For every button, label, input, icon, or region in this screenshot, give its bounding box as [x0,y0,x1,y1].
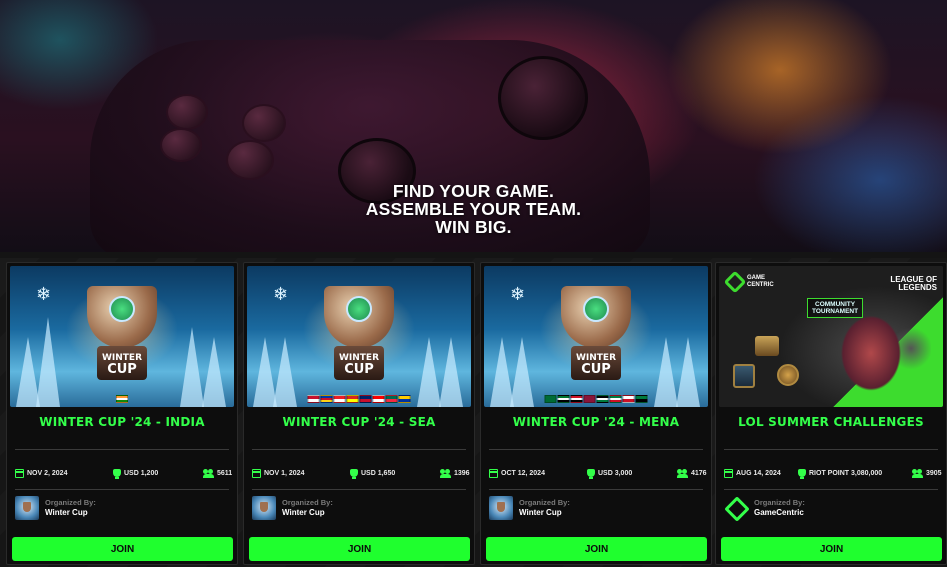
trophy-icon [113,469,121,479]
controller-face-button [226,140,274,180]
prize-stat: USD 1,200 [113,469,158,479]
tournament-title: LOL SUMMER CHALLENGES [738,415,924,429]
users-icon [677,469,688,478]
controller-face-button [160,128,202,162]
join-button[interactable]: JOIN [721,537,942,561]
organizer-avatar [252,496,276,520]
organizer: Organized By: Winter Cup [252,496,333,520]
gamecentric-icon [724,496,748,520]
hero-tagline-line-1: FIND YOUR GAME. [392,181,555,201]
tournament-stats: NOV 1, 2024 USD 1,650 1396 [250,469,470,483]
trophy-text: WINTER CUP [338,353,380,377]
tournament-card[interactable]: ❄ WINTER CUP WINTER CUP '24 - INDIA NOV … [6,262,238,565]
trophy-text: WINTER CUP [101,353,143,377]
join-button[interactable]: JOIN [486,537,707,561]
trophy-icon [587,469,595,479]
organizer-label: Organized By: [45,498,96,507]
trophy-emblem [109,296,135,322]
organizer-label: Organized By: [282,498,333,507]
divider [252,489,466,490]
snowflake-icon: ❄ [273,284,289,304]
participants-stat: 3905 [912,469,942,478]
hero-tagline-line-3: WIN BIG. [435,217,512,237]
prize-stat: USD 3,000 [587,469,632,479]
champion-image [831,310,931,406]
prize-stat: RIOT POINT 3,080,000 [798,469,882,479]
organizer-label: Organized By: [754,498,805,507]
organizer-name: Winter Cup [282,508,325,517]
participants-stat: 5611 [203,469,232,478]
tournament-stats: AUG 14, 2024 RIOT POINT 3,080,000 3905 [722,469,942,483]
tournament-title: WINTER CUP '24 - INDIA [39,415,205,429]
participants-stat: 4176 [677,469,707,478]
organizer: Organized By: Winter Cup [489,496,570,520]
divider [489,449,703,450]
calendar-icon [724,469,733,478]
trophy-icon [350,469,358,479]
tournament-banner-image: ❄ WINTER CUP [484,266,708,407]
hero-tagline: FIND YOUR GAME. ASSEMBLE YOUR TEAM. WIN … [0,182,947,236]
calendar-icon [252,469,261,478]
token-icon [777,364,799,386]
participants-stat: 1396 [440,469,470,478]
divider [489,489,703,490]
tournament-card[interactable]: ❄ WINTER CUP [480,262,712,565]
controller-face-button [242,104,286,142]
date-stat: OCT 12, 2024 [489,469,545,478]
controller-face-button [166,94,208,130]
chest-icon [755,336,779,356]
organizer-name: GameCentric [754,508,804,517]
divider [724,489,938,490]
date-stat: AUG 14, 2024 [724,469,781,478]
prize-stat: USD 1,650 [350,469,395,479]
trophy-emblem [346,296,372,322]
organizer: Organized By: GameCentric [724,496,805,520]
organizer-label: Organized By: [519,498,570,507]
controller-right-stick [498,56,588,140]
organizer-name: Winter Cup [45,508,88,517]
trophy-icon [798,469,806,479]
divider [15,489,229,490]
tournament-title: WINTER CUP '24 - SEA [282,415,436,429]
hero-banner: FIND YOUR GAME. ASSEMBLE YOUR TEAM. WIN … [0,0,947,252]
date-stat: NOV 1, 2024 [252,469,304,478]
join-button[interactable]: JOIN [249,537,470,561]
flag-strip [544,395,648,405]
calendar-icon [489,469,498,478]
users-icon [440,469,451,478]
tournament-card[interactable]: ❄ WINTER CUP [243,262,475,565]
emblem-icon [733,364,755,388]
gamecentric-logo: GAME CENTRIC [723,270,774,294]
calendar-icon [15,469,24,478]
gamecentric-icon [723,270,747,294]
tournament-stats: NOV 2, 2024 USD 1,200 5611 [13,469,233,483]
tournament-stats: OCT 12, 2024 USD 3,000 4176 [487,469,707,483]
date-stat: NOV 2, 2024 [15,469,67,478]
divider [15,449,229,450]
organizer-avatar [489,496,513,520]
trophy-emblem [583,296,609,322]
tournament-banner-image: ❄ WINTER CUP [247,266,471,407]
hero-tagline-line-2: ASSEMBLE YOUR TEAM. [365,199,582,219]
users-icon [912,469,923,478]
flag-strip [116,395,128,405]
trophy-text: WINTER CUP [575,353,617,377]
join-button[interactable]: JOIN [12,537,233,561]
organizer-name: Winter Cup [519,508,562,517]
snowflake-icon: ❄ [36,284,52,304]
divider [252,449,466,450]
users-icon [203,469,214,478]
divider [724,449,938,450]
tournament-banner-image: ❄ WINTER CUP [10,266,234,407]
tournament-list: ❄ WINTER CUP WINTER CUP '24 - INDIA NOV … [0,258,947,567]
flag-strip [307,395,411,405]
tournament-title: WINTER CUP '24 - MENA [512,415,680,429]
tournament-banner-image: GAMECENTRIC LEAGUE OFLEGENDS COMMUNITYTO… [719,266,943,407]
tournament-card[interactable]: GAMECENTRIC LEAGUE OFLEGENDS COMMUNITYTO… [715,262,947,565]
organizer: Organized By: Winter Cup [15,496,96,520]
league-of-legends-logo: LEAGUE OF LEGENDS [890,275,937,292]
organizer-avatar [15,496,39,520]
snowflake-icon: ❄ [510,284,526,304]
